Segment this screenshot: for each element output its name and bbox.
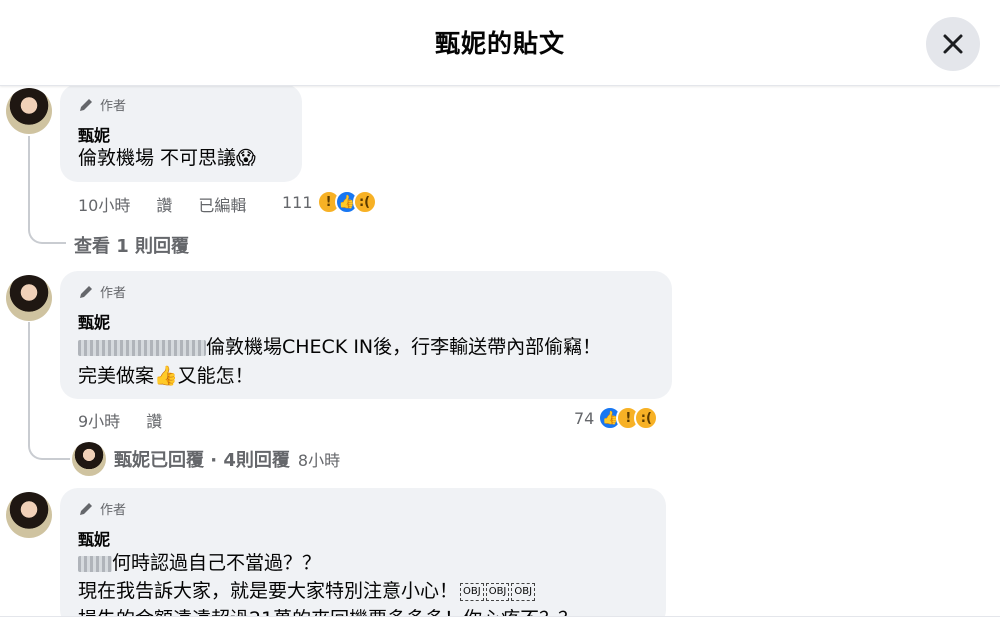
pencil-icon	[80, 98, 92, 111]
avatar[interactable]	[6, 88, 52, 134]
dialog-header: 甄妮的貼文	[0, 0, 1000, 86]
author-badge: 作者	[78, 95, 126, 114]
author-badge: 作者	[78, 499, 126, 518]
comment-text-line: 現在我告訴大家，就是要大家特別注意小心！ OBJ OBJ OBJ	[78, 577, 536, 606]
author-badge: 作者	[78, 282, 126, 301]
pencil-icon	[80, 502, 92, 515]
object-placeholder: OBJ	[511, 582, 536, 601]
avatar[interactable]	[6, 492, 52, 538]
author-badge-label: 作者	[100, 503, 127, 518]
comment-text-line: 完美做案👍又能怎！	[78, 365, 254, 387]
comment-time[interactable]: 9小時	[78, 408, 120, 432]
reaction-count: 74	[574, 408, 595, 428]
comment-text: 倫敦機場 不可思議😱	[78, 147, 256, 169]
comment-meta: 9小時 讚	[78, 408, 162, 432]
close-button[interactable]	[926, 17, 980, 71]
object-placeholder: OBJ	[460, 582, 484, 601]
dialog-footer	[0, 616, 1000, 642]
sad-reaction-icon: :(	[352, 190, 377, 214]
comment-author-name[interactable]: 甄妮	[78, 526, 110, 550]
comment-text-line: 倫敦機場CHECK IN後，行李輸送帶內部偷竊！	[78, 333, 601, 362]
like-button[interactable]: 讚	[156, 192, 172, 216]
edited-label: 已編輯	[198, 196, 247, 215]
sad-reaction-icon: :(	[634, 406, 659, 430]
avatar[interactable]	[6, 275, 52, 321]
author-badge-label: 作者	[100, 286, 127, 301]
comment-text-visible: 何時認過自己不當過？？	[112, 552, 322, 574]
redacted-text	[78, 555, 112, 572]
comment-text-line: 何時認過自己不當過？？	[78, 549, 321, 578]
reply-summary-label: 甄妮已回覆 · 4則回覆	[114, 450, 290, 471]
thread-connector	[28, 136, 66, 244]
reply-time: 8小時	[297, 451, 341, 470]
comment-text-visible: 現在我告訴大家，就是要大家特別注意小心！	[78, 580, 459, 602]
thread-connector	[28, 322, 70, 460]
comment-text-visible: 倫敦機場CHECK IN後，行李輸送帶內部偷竊！	[206, 336, 602, 358]
dialog-title: 甄妮的貼文	[434, 29, 565, 58]
comment-author-name[interactable]: 甄妮	[78, 122, 110, 146]
reaction-summary[interactable]: 74 👍 ! :(	[574, 406, 659, 430]
reply-avatar	[72, 442, 106, 476]
object-placeholder: OBJ	[485, 582, 510, 601]
reply-summary[interactable]: 甄妮已回覆 · 4則回覆 8小時	[72, 442, 340, 476]
view-replies-link[interactable]: 查看 1 則回覆	[74, 232, 189, 258]
pencil-icon	[80, 285, 92, 298]
comment-author-name[interactable]: 甄妮	[78, 309, 110, 333]
redacted-text	[78, 339, 206, 356]
comment-time[interactable]: 10小時	[78, 192, 130, 216]
comment-meta: 10小時 讚 已編輯	[78, 192, 246, 216]
reaction-count: 111	[282, 192, 313, 212]
close-icon	[943, 34, 963, 54]
author-badge-label: 作者	[100, 99, 127, 114]
like-button[interactable]: 讚	[146, 408, 162, 432]
reaction-summary[interactable]: 111 ! 👍 :(	[282, 190, 377, 214]
